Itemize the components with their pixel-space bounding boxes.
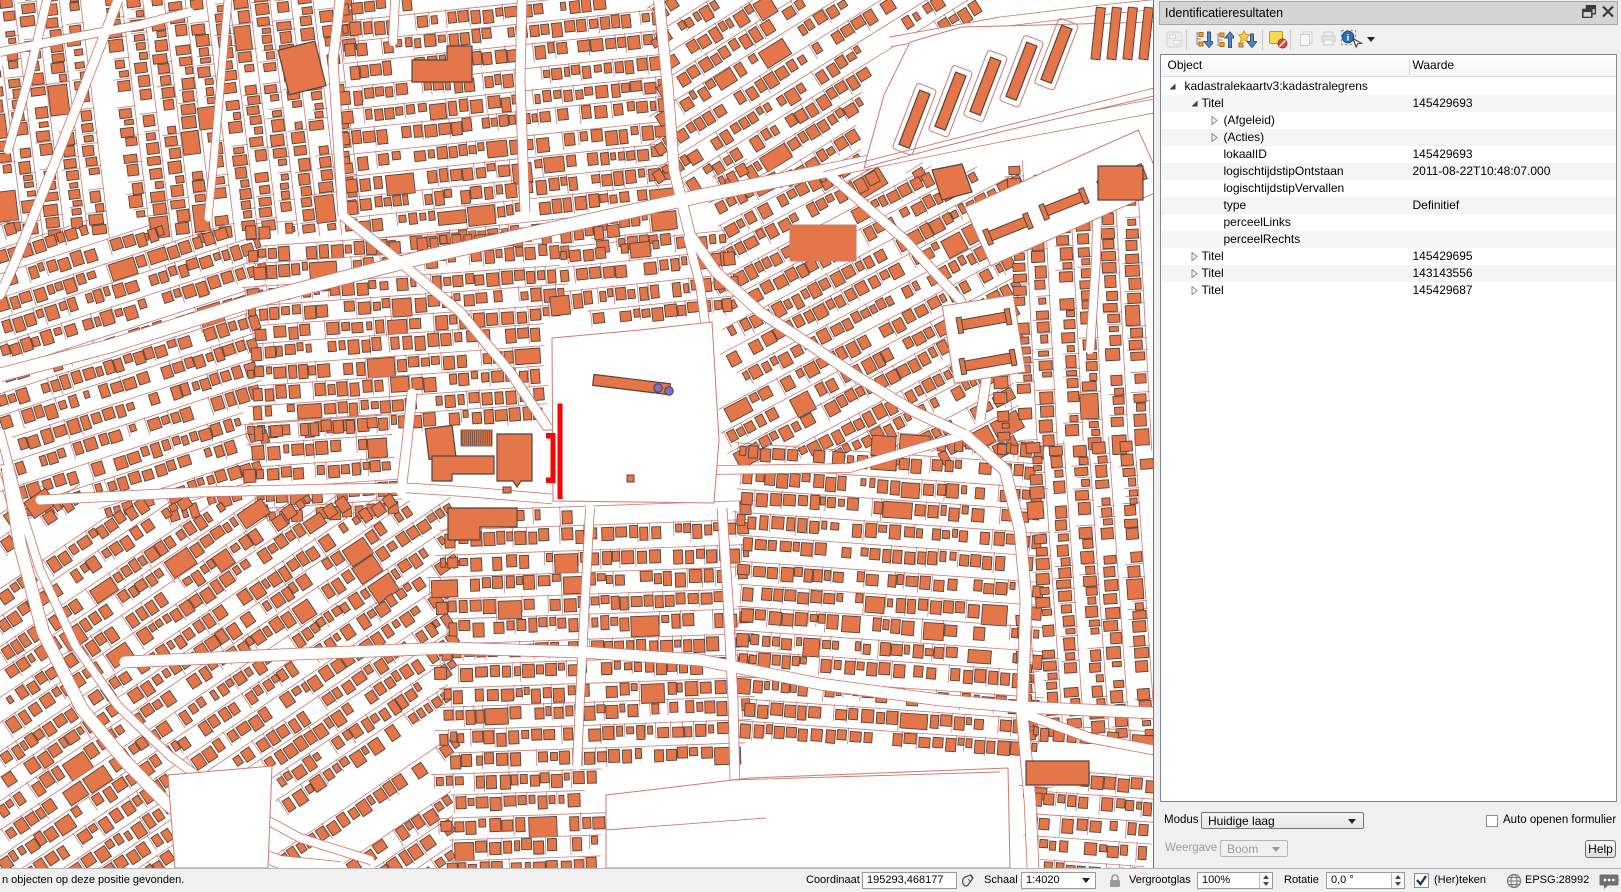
- svg-text:i: i: [1347, 33, 1350, 43]
